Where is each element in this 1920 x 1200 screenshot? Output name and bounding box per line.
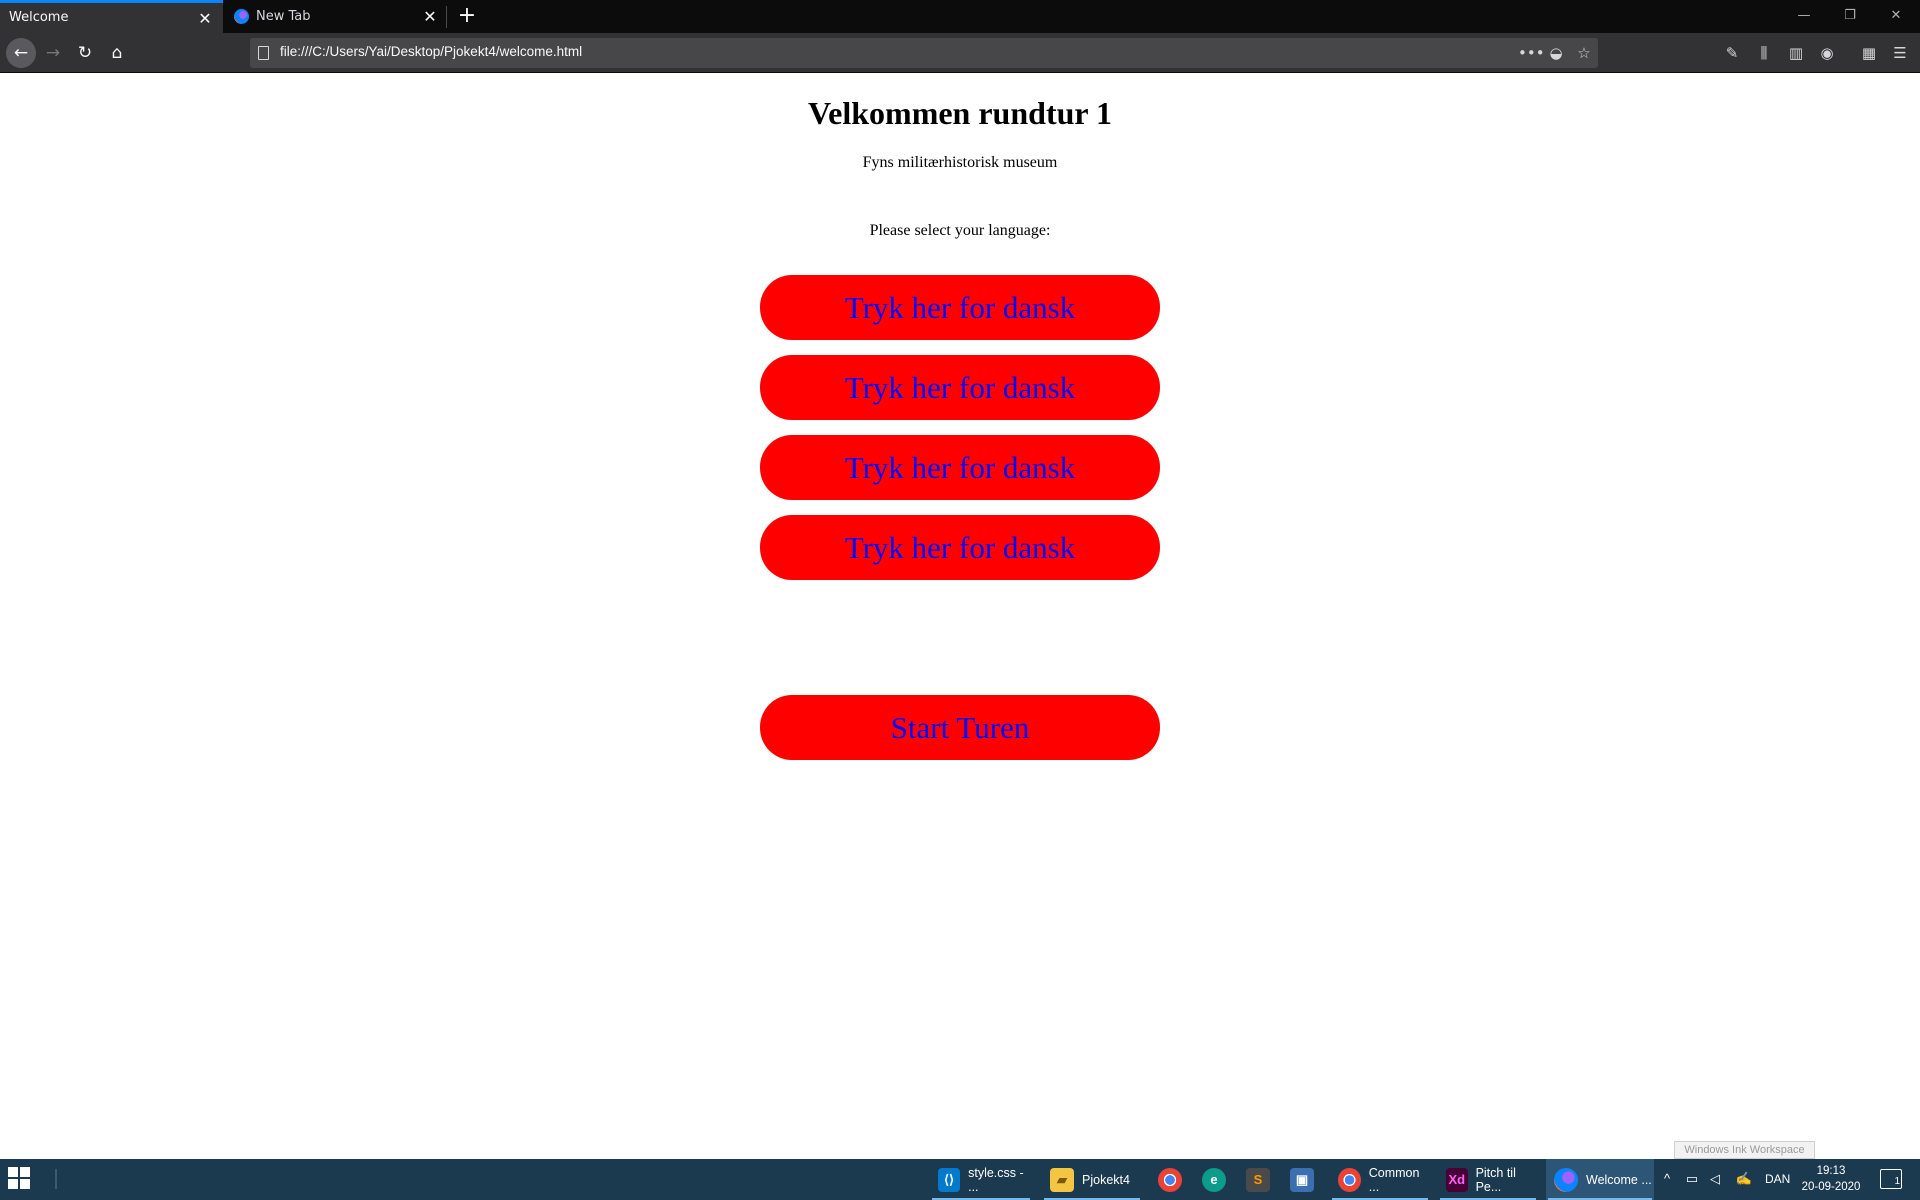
windows-ink-icon[interactable]: ✍ (1735, 1170, 1753, 1188)
taskbar-item-app[interactable]: ▣ (1282, 1159, 1322, 1200)
close-icon[interactable]: ✕ (422, 9, 438, 25)
reload-icon[interactable]: ↻ (72, 40, 98, 66)
pocket-icon[interactable]: ◒ (1545, 42, 1567, 64)
language-button-3[interactable]: Tryk her for dansk (760, 435, 1160, 500)
language-prompt: Please select your language: (869, 222, 1051, 239)
language-button-2[interactable]: Tryk her for dansk (760, 355, 1160, 420)
taskbar-item-edge[interactable]: e (1194, 1159, 1234, 1200)
notification-icon[interactable]: 1 (1880, 1169, 1902, 1189)
address-bar[interactable]: file:///C:/Users/Yai/Desktop/Pjokekt4/we… (250, 38, 1598, 68)
close-window-icon[interactable]: ✕ (1876, 4, 1916, 28)
taskbar-divider (55, 1169, 57, 1189)
page-subtitle: Fyns militærhistorisk museum (862, 154, 1058, 171)
sublime-icon: S (1246, 1167, 1270, 1192)
tab-divider (446, 6, 447, 28)
clock[interactable]: 19:13 20-09-2020 (1796, 1163, 1866, 1195)
back-icon[interactable]: ← (6, 38, 36, 68)
library-icon[interactable]: ⫼ (1752, 41, 1776, 65)
tab-new-tab[interactable]: New Tab ✕ (224, 0, 448, 33)
input-language[interactable]: DAN (1765, 1172, 1790, 1186)
taskbar-item-adobe-xd[interactable]: Xd Pitch til Pe... (1438, 1159, 1538, 1200)
taskbar-item-chrome-window[interactable]: Common ... (1330, 1159, 1430, 1200)
taskbar-item-label: style.css - ... (968, 1165, 1024, 1194)
restore-icon[interactable]: ❐ (1830, 4, 1870, 28)
time: 19:13 (1816, 1165, 1846, 1177)
tab-welcome[interactable]: Welcome ✕ (0, 0, 223, 33)
windows-ink-tooltip: Windows Ink Workspace (1674, 1141, 1815, 1159)
url-text[interactable]: file:///C:/Users/Yai/Desktop/Pjokekt4/we… (280, 44, 582, 59)
folder-icon: ▰ (1050, 1167, 1074, 1192)
close-icon[interactable]: ✕ (197, 11, 213, 27)
taskbar-item-chrome[interactable] (1150, 1159, 1190, 1200)
page-icon (258, 46, 269, 60)
extensions-icon[interactable]: ▦ (1857, 41, 1881, 65)
page-title: Velkommen rundtur 1 (807, 95, 1113, 131)
notification-count: 1 (1894, 1176, 1900, 1187)
taskbar-item-vscode[interactable]: ⟨⟩ style.css - ... (930, 1159, 1032, 1200)
taskbar-item-label: Welcome ... (1586, 1172, 1652, 1187)
page-actions-icon[interactable]: ••• (1518, 42, 1545, 64)
sidebar-icon[interactable]: ▥ (1784, 41, 1808, 65)
tab-title: New Tab (256, 9, 311, 24)
minimize-icon[interactable]: — (1784, 4, 1824, 28)
developer-tools-icon[interactable]: ✎ (1720, 41, 1744, 65)
account-icon[interactable]: ◉ (1815, 41, 1839, 65)
date: 20-09-2020 (1801, 1181, 1861, 1193)
chrome-icon (1338, 1167, 1361, 1192)
volume-icon[interactable]: ◁ (1706, 1170, 1724, 1188)
taskbar-item-sublime[interactable]: S (1238, 1159, 1278, 1200)
edge-icon: e (1202, 1167, 1226, 1192)
taskbar-item-firefox[interactable]: Welcome ... (1546, 1159, 1654, 1200)
firefox-icon (234, 9, 249, 24)
home-icon[interactable]: ⌂ (104, 40, 130, 66)
navigation-toolbar: ← → ↻ ⌂ file:///C:/Users/Yai/Desktop/Pjo… (0, 33, 1920, 73)
adobe-xd-icon: Xd (1446, 1167, 1468, 1192)
new-tab-icon[interactable]: + (455, 5, 479, 29)
vscode-icon: ⟨⟩ (938, 1167, 961, 1192)
language-button-1[interactable]: Tryk her for dansk (760, 275, 1160, 340)
tab-title: Welcome (9, 10, 69, 25)
language-button-4[interactable]: Tryk her for dansk (760, 515, 1160, 580)
forward-icon[interactable]: → (40, 40, 66, 66)
bookmark-star-icon[interactable]: ☆ (1573, 42, 1595, 64)
page-viewport: Velkommen rundtur 1 Fyns militærhistoris… (0, 74, 1920, 1159)
windows-start-icon[interactable] (8, 1167, 32, 1191)
taskbar-item-explorer[interactable]: ▰ Pjokekt4 (1042, 1159, 1142, 1200)
taskbar-item-label: Pjokekt4 (1082, 1172, 1130, 1187)
start-tour-button[interactable]: Start Turen (760, 695, 1160, 760)
taskbar-item-label: Common ... (1368, 1165, 1420, 1194)
tab-bar: Welcome ✕ New Tab ✕ + — ❐ ✕ (0, 0, 1920, 33)
taskbar-item-label: Pitch til Pe... (1475, 1165, 1516, 1194)
menu-icon[interactable]: ☰ (1888, 41, 1912, 65)
network-icon[interactable]: ▭ (1683, 1170, 1701, 1188)
app-icon: ▣ (1290, 1167, 1314, 1192)
chrome-icon (1158, 1167, 1182, 1192)
chevron-up-icon[interactable]: ^ (1658, 1170, 1676, 1188)
firefox-icon (1554, 1167, 1578, 1192)
taskbar: ⟨⟩ style.css - ... ▰ Pjokekt4 e S ▣ Comm… (0, 1159, 1920, 1200)
